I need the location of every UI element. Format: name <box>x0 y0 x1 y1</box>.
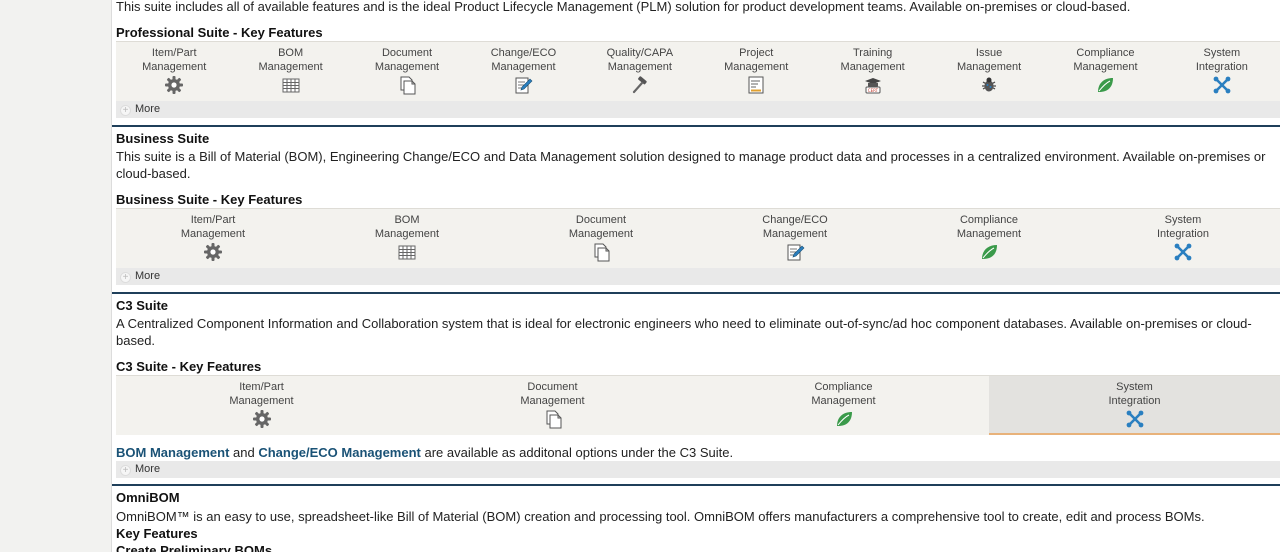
leaf-icon <box>1095 75 1115 95</box>
documents-icon <box>591 242 611 262</box>
tab-system-integration[interactable]: System Integration <box>989 376 1280 435</box>
c3-suite-title: C3 Suite <box>116 298 169 313</box>
integration-icon <box>1125 409 1145 429</box>
gear-icon <box>203 242 223 262</box>
tab-compliance-management[interactable]: Compliance Management <box>892 209 1086 268</box>
tab-system-integration[interactable]: System Integration <box>1086 209 1280 268</box>
expand-icon: + <box>120 105 131 116</box>
bom-management-link[interactable]: BOM Management <box>116 445 229 460</box>
tab-item-part-management[interactable]: Item/Part Management <box>116 376 407 435</box>
bug-icon <box>979 75 999 95</box>
omnibom-key-features-title: Key Features <box>116 526 198 541</box>
tab-item-part-management[interactable]: Item/Part Management <box>116 42 232 101</box>
professional-more-toggle[interactable]: + More <box>116 101 1280 118</box>
c3-more-toggle[interactable]: + More <box>116 461 1280 478</box>
c3-features-title: C3 Suite - Key Features <box>116 359 262 374</box>
edit-document-icon <box>513 75 533 95</box>
c3-description-line1: A Centralized Component Information and … <box>116 316 1252 331</box>
tab-item-part-management[interactable]: Item/Part Management <box>116 209 310 268</box>
business-description-line2: cloud-based. <box>116 166 191 181</box>
integration-icon <box>1212 75 1232 95</box>
section-separator <box>112 484 1280 486</box>
business-features-title: Business Suite - Key Features <box>116 192 303 207</box>
documents-icon <box>543 409 563 429</box>
c3-feature-tabs: Item/Part Management Document Management C… <box>116 375 1280 435</box>
content-pane: This suite includes all of available fea… <box>112 0 1280 552</box>
professional-description: This suite includes all of available fea… <box>116 0 1131 14</box>
gear-icon <box>164 75 184 95</box>
project-icon <box>746 75 766 95</box>
tab-system-integration[interactable]: System Integration <box>1164 42 1280 101</box>
professional-features-title: Professional Suite - Key Features <box>116 25 323 40</box>
expand-icon: + <box>120 465 131 476</box>
hammer-icon <box>630 75 650 95</box>
training-icon: CERT <box>863 75 883 95</box>
tab-compliance-management[interactable]: Compliance Management <box>1047 42 1163 101</box>
expand-icon: + <box>120 272 131 283</box>
left-rail <box>0 0 112 552</box>
section-separator <box>112 125 1280 127</box>
tab-change-eco-management[interactable]: Change/ECO Management <box>465 42 581 101</box>
business-suite-title: Business Suite <box>116 131 210 146</box>
omnibom-title: OmniBOM <box>116 490 180 505</box>
business-more-toggle[interactable]: + More <box>116 268 1280 285</box>
tab-bom-management[interactable]: BOM Management <box>232 42 348 101</box>
tab-document-management[interactable]: Document Management <box>349 42 465 101</box>
tab-compliance-management[interactable]: Compliance Management <box>698 376 989 435</box>
section-separator <box>112 292 1280 294</box>
change-eco-management-link[interactable]: Change/ECO Management <box>258 445 421 460</box>
tab-quality-capa-management[interactable]: Quality/CAPA Management <box>582 42 698 101</box>
c3-description-line2: based. <box>116 333 156 348</box>
business-description-line1: This suite is a Bill of Material (BOM), … <box>116 149 1266 164</box>
tab-bom-management[interactable]: BOM Management <box>310 209 504 268</box>
tab-training-management[interactable]: Training Management CERT <box>814 42 930 101</box>
omnibom-create-preliminary-boms: Create Preliminary BOMs <box>116 543 273 552</box>
svg-text:CERT: CERT <box>868 88 879 93</box>
omnibom-description: OmniBOM™ is an easy to use, spreadsheet-… <box>116 509 1205 524</box>
tab-project-management[interactable]: Project Management <box>698 42 814 101</box>
business-feature-tabs: Item/Part Management BOM Management Docume… <box>116 208 1280 268</box>
tab-change-eco-management[interactable]: Change/ECO Management <box>698 209 892 268</box>
tab-document-management[interactable]: Document Management <box>504 209 698 268</box>
tab-issue-management[interactable]: Issue Management <box>931 42 1047 101</box>
documents-icon <box>397 75 417 95</box>
leaf-icon <box>834 409 854 429</box>
gear-icon <box>252 409 272 429</box>
c3-options-note: BOM Management and Change/ECO Management… <box>116 445 734 460</box>
edit-document-icon <box>785 242 805 262</box>
professional-feature-tabs: Item/Part Management BOM Management Docume… <box>116 41 1280 101</box>
table-grid-icon <box>281 75 301 95</box>
table-grid-icon <box>397 242 417 262</box>
leaf-icon <box>979 242 999 262</box>
integration-icon <box>1173 242 1193 262</box>
tab-document-management[interactable]: Document Management <box>407 376 698 435</box>
